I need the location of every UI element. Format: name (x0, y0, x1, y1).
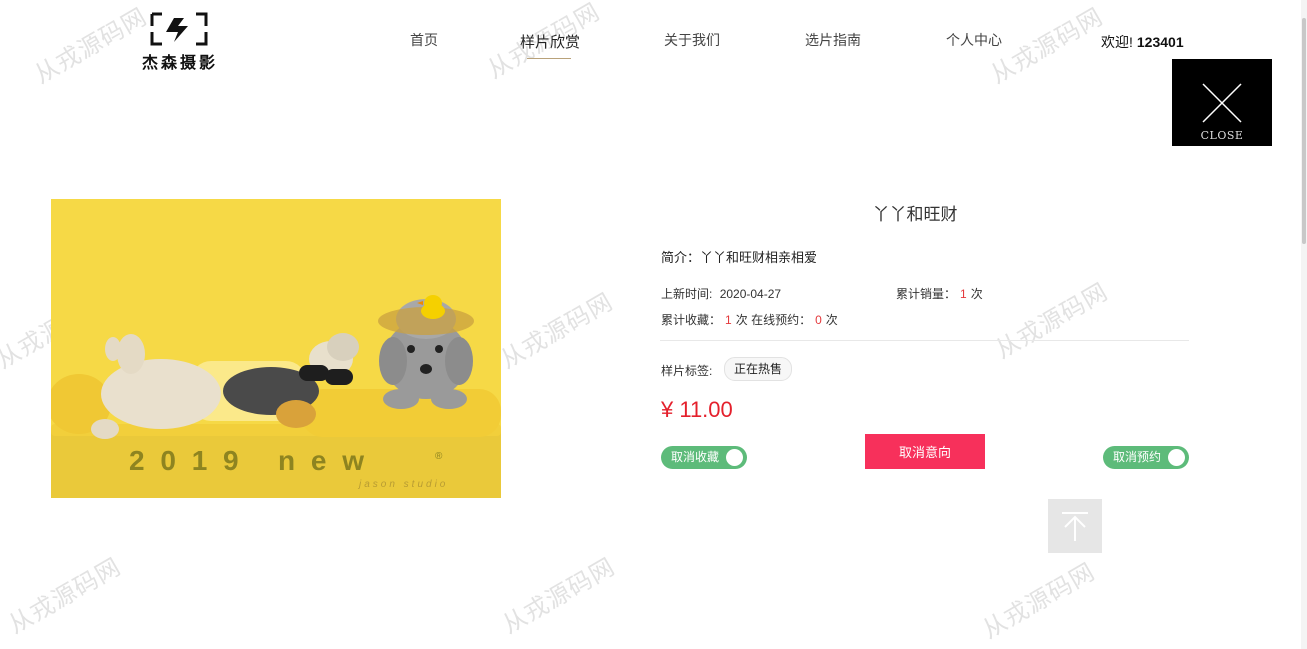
product-tag[interactable]: 正在热售 (724, 357, 793, 381)
favorites-unit: 次 (735, 313, 748, 327)
nav-guide[interactable]: 选片指南 (805, 30, 861, 50)
nav-samples[interactable]: 样片欣赏 (520, 31, 580, 52)
sales-unit: 次 (970, 287, 983, 301)
favorites-label: 累计收藏： (661, 313, 722, 327)
nav-about[interactable]: 关于我们 (664, 30, 720, 50)
watermark: 从戎源码网 (978, 558, 1100, 645)
welcome-text: 欢迎! 123401 (1101, 32, 1184, 52)
watermark: 从戎源码网 (496, 288, 618, 375)
product-price: ¥ 11.00 (661, 397, 733, 422)
toggle-knob (1168, 449, 1185, 466)
sales-count: 累计销量： 1 次 (896, 285, 983, 302)
cancel-intent-button[interactable]: 取消意向 (865, 434, 985, 469)
logo[interactable]: 杰森摄影 (128, 12, 232, 72)
page: 从戎源码网 从戎源码网 从戎源码网 从戎源码网 从戎源码网 从戎源码网 从戎源码… (0, 0, 1307, 649)
logo-mark-icon (150, 12, 208, 46)
back-to-top-button[interactable] (1048, 499, 1102, 553)
favorites-value: 1 (725, 313, 732, 327)
divider (660, 340, 1189, 341)
watermark: 从戎源码网 (991, 278, 1113, 365)
product-intro: 简介：丫丫和旺财相亲相爱 (661, 247, 817, 266)
watermark: 从戎源码网 (4, 553, 126, 640)
product-title: 丫丫和旺财 (872, 205, 958, 224)
close-label: CLOSE (1200, 129, 1244, 142)
sales-label: 累计销量： (896, 287, 957, 301)
username[interactable]: 123401 (1137, 34, 1184, 50)
photo-registered-mark: ® (435, 451, 443, 462)
welcome-label: 欢迎! (1101, 34, 1133, 50)
favorites-and-booking: 累计收藏： 1 次 在线预约： 0 次 (661, 311, 838, 328)
photo-studio-text: jason studio (359, 479, 449, 490)
watermark: 从戎源码网 (498, 553, 620, 640)
product-photo: 2 0 1 9 n e w ® jason studio (51, 199, 501, 498)
intro-label: 简介： (661, 250, 701, 265)
sales-value: 1 (960, 287, 967, 301)
listed-value: 2020-04-27 (719, 287, 782, 301)
intro-text: 丫丫和旺财相亲相爱 (700, 250, 818, 265)
cancel-booking-label: 取消预约 (1113, 450, 1162, 464)
booking-value: 0 (815, 313, 822, 327)
scrollbar-thumb[interactable] (1302, 18, 1306, 244)
unfavorite-label: 取消收藏 (671, 450, 720, 464)
tag-label: 样片标签: (661, 364, 713, 378)
listed-date: 上新时间: 2020-04-27 (661, 285, 781, 302)
nav-profile[interactable]: 个人中心 (946, 30, 1002, 50)
toggle-knob (726, 449, 743, 466)
close-icon (1202, 83, 1242, 123)
cancel-booking-toggle[interactable]: 取消预约 (1103, 446, 1189, 469)
listed-label: 上新时间: (661, 287, 713, 301)
nav-active-underline (527, 58, 571, 59)
close-button[interactable]: CLOSE (1172, 59, 1272, 146)
scrollbar[interactable] (1301, 0, 1307, 649)
arrow-up-icon (1062, 512, 1088, 541)
unfavorite-toggle[interactable]: 取消收藏 (661, 446, 747, 469)
photo-overlay-text: 2 0 1 9 n e w (129, 445, 368, 476)
booking-unit: 次 (825, 313, 838, 327)
nav-home[interactable]: 首页 (410, 30, 438, 50)
booking-label: 在线预约： (751, 313, 812, 327)
logo-text: 杰森摄影 (141, 53, 218, 72)
